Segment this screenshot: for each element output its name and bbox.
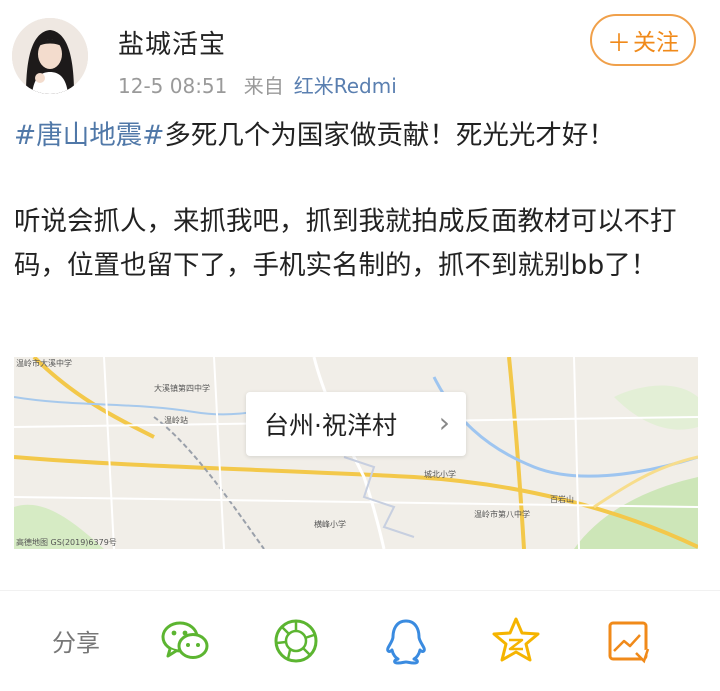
share-bar: 分享 — [0, 590, 720, 687]
map-label-school1: 大溪镇第四中学 — [154, 383, 210, 393]
plus-icon: ＋ — [607, 28, 631, 57]
map-label-hill: 百岩山 — [550, 494, 574, 504]
hashtag-link[interactable]: #唐山地震# — [14, 120, 164, 151]
share-label: 分享 — [52, 629, 100, 657]
map-label-primary-school: 城北小学 — [424, 469, 456, 479]
wechat-icon[interactable] — [158, 613, 214, 669]
post-body: #唐山地震#多死几个为国家做贡献！死光光才好！ 听说会抓人，来抓我吧，抓到我就拍… — [14, 114, 704, 288]
post-line-1: #唐山地震#多死几个为国家做贡献！死光光才好！ — [14, 114, 704, 158]
avatar[interactable] — [12, 18, 88, 94]
qq-icon[interactable] — [378, 613, 434, 669]
avatar-image — [12, 18, 88, 94]
map-label-school3: 横峰小学 — [314, 519, 346, 529]
post-time: 12-5 08:51 — [118, 74, 228, 98]
user-name[interactable]: 盐城活宝 — [118, 24, 226, 61]
map-label-station: 温岭站 — [164, 415, 188, 425]
post-paragraph-2: 听说会抓人，来抓我吧，抓到我就拍成反面教材可以不打码，位置也留下了，手机实名制的… — [14, 206, 677, 281]
post-meta: 12-5 08:51 来自 红米Redmi — [118, 70, 407, 99]
post-header: 盐城活宝 12-5 08:51 来自 红米Redmi ＋ 关注 — [0, 0, 720, 110]
follow-button[interactable]: ＋ 关注 — [590, 14, 696, 66]
map-label-top-left: 温岭市大溪中学 — [16, 358, 72, 368]
source-device[interactable]: 红米Redmi — [294, 74, 397, 98]
moments-icon[interactable] — [268, 613, 324, 669]
follow-label: 关注 — [633, 30, 679, 56]
map-copyright: 高德地图 GS(2019)6379号 — [16, 537, 117, 547]
chevron-right-icon: › — [438, 406, 450, 439]
location-tag[interactable]: 台州·祝洋村 › — [246, 392, 466, 456]
location-label: 台州·祝洋村 — [264, 411, 397, 440]
qzone-icon[interactable] — [488, 613, 544, 669]
post-line-1-text: 多死几个为国家做贡献！死光光才好！ — [164, 120, 615, 151]
weibo-icon[interactable] — [600, 613, 656, 669]
map-label-school8: 温岭市第八中学 — [474, 509, 530, 519]
source-prefix: 来自 — [243, 74, 284, 98]
